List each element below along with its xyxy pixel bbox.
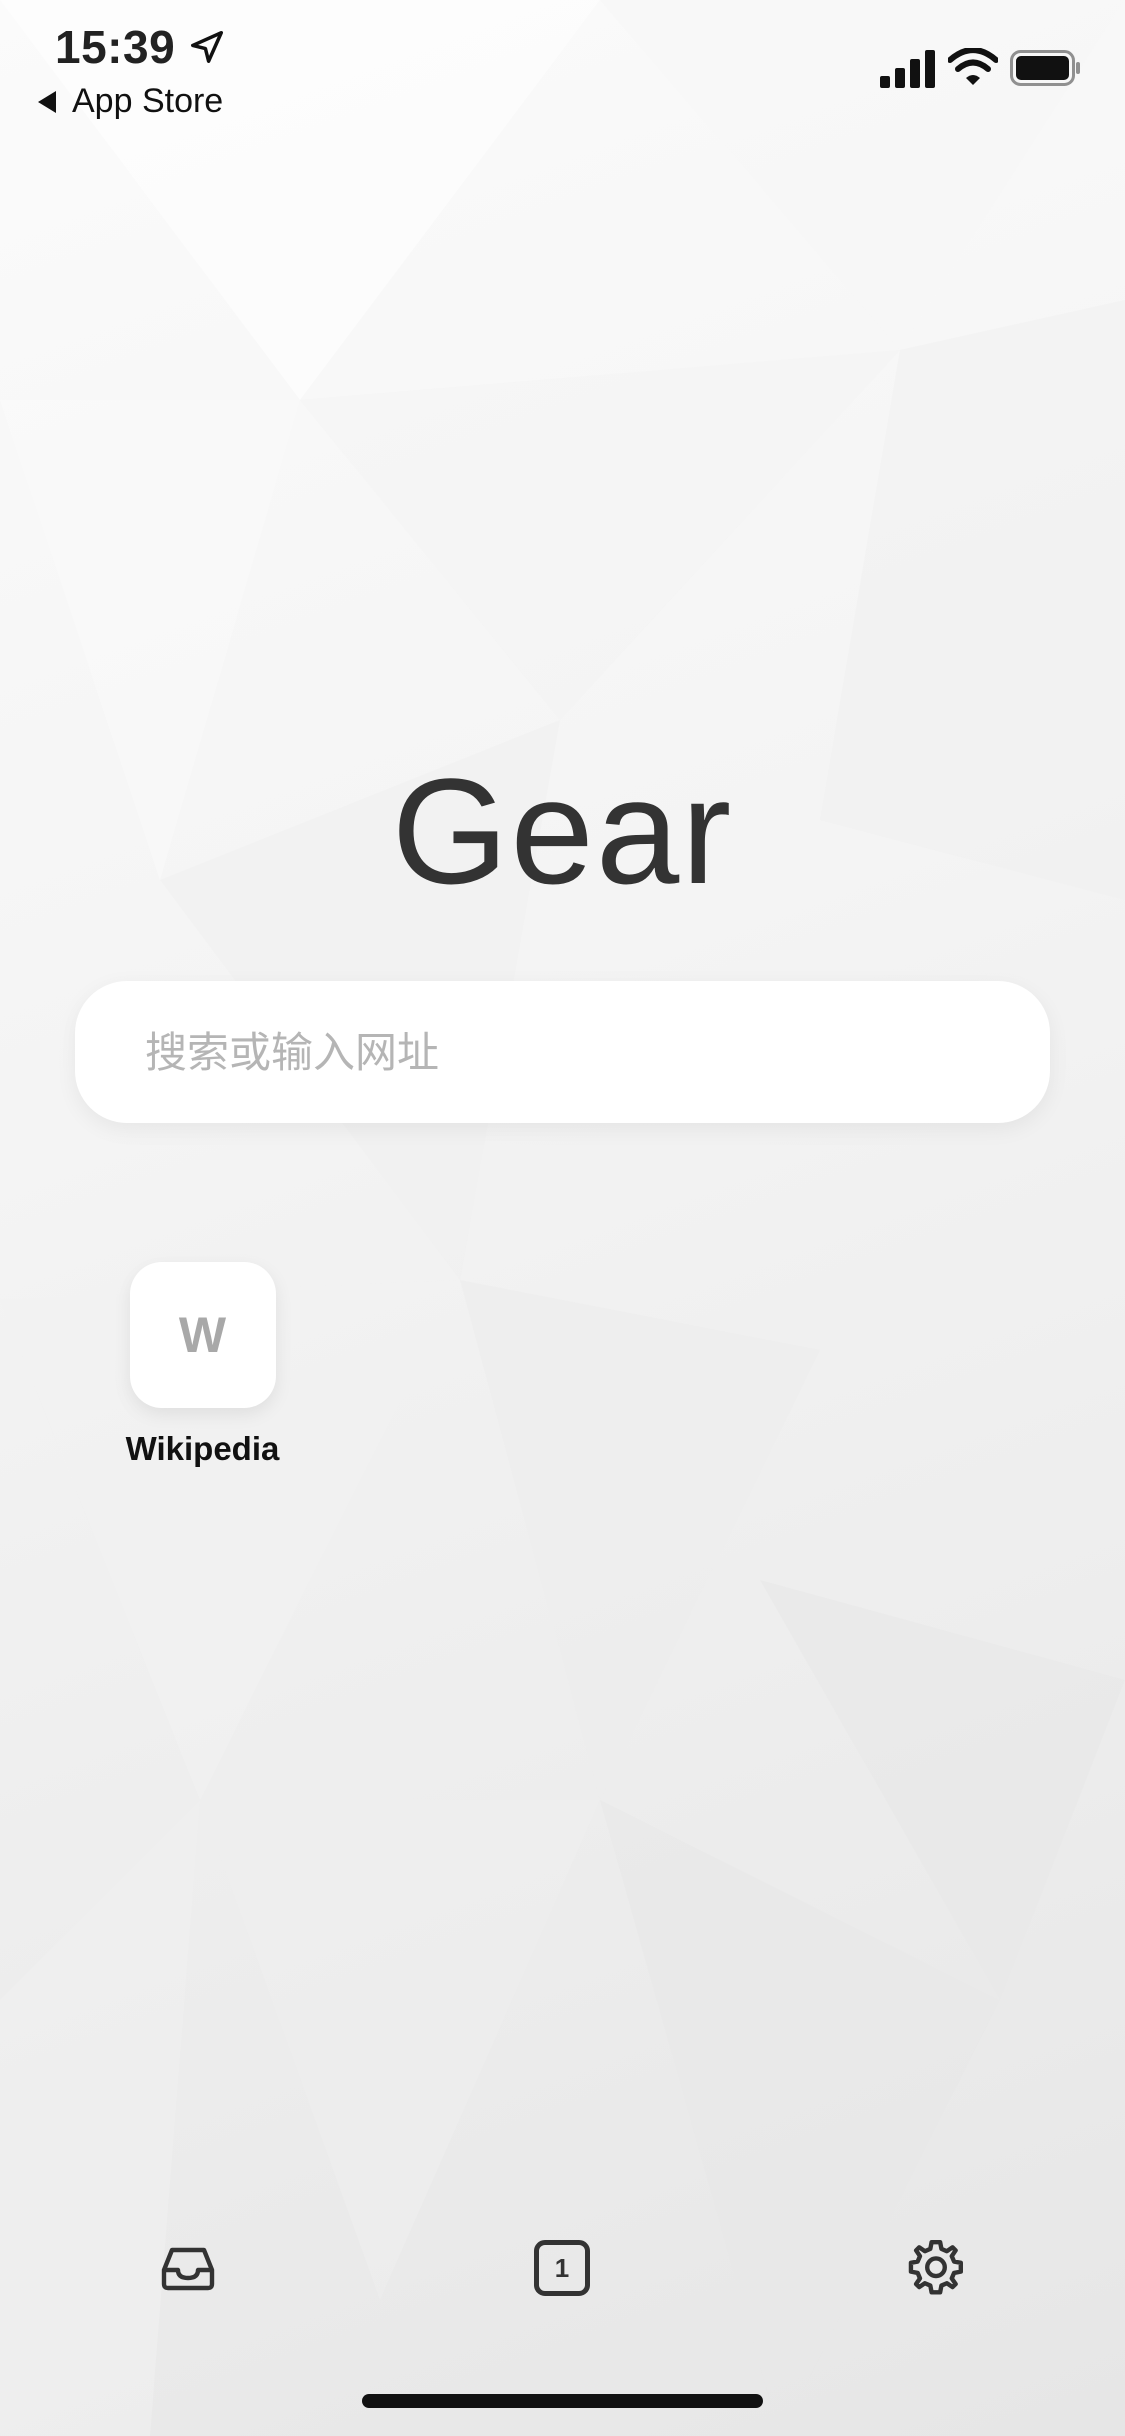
status-time: 15:39: [55, 21, 176, 73]
shortcut-wikipedia[interactable]: W Wikipedia: [110, 1262, 295, 1468]
shortcut-tile-icon: W: [129, 1262, 276, 1408]
status-bar: 15:39 App Store: [0, 0, 1125, 130]
app-title: Gear: [391, 747, 734, 915]
back-triangle-icon: [38, 90, 56, 113]
home-indicator: [362, 2394, 763, 2408]
location-arrow-icon: [191, 31, 223, 63]
inbox-button[interactable]: [152, 2232, 224, 2304]
gear-icon: [908, 2239, 963, 2295]
cellular-signal-icon: [880, 50, 935, 88]
tab-count-badge: 1: [534, 2240, 590, 2296]
tray-icon: [161, 2247, 215, 2291]
tabs-button[interactable]: 1: [526, 2232, 598, 2304]
back-label: App Store: [72, 82, 224, 120]
back-to-app-store[interactable]: App Store: [38, 82, 223, 121]
settings-button[interactable]: [900, 2232, 972, 2304]
battery-icon: [1010, 50, 1080, 86]
search-input[interactable]: [75, 981, 1050, 1123]
background-pattern: [0, 0, 1125, 2436]
shortcut-label: Wikipedia: [125, 1430, 280, 1467]
wifi-icon: [948, 48, 998, 85]
